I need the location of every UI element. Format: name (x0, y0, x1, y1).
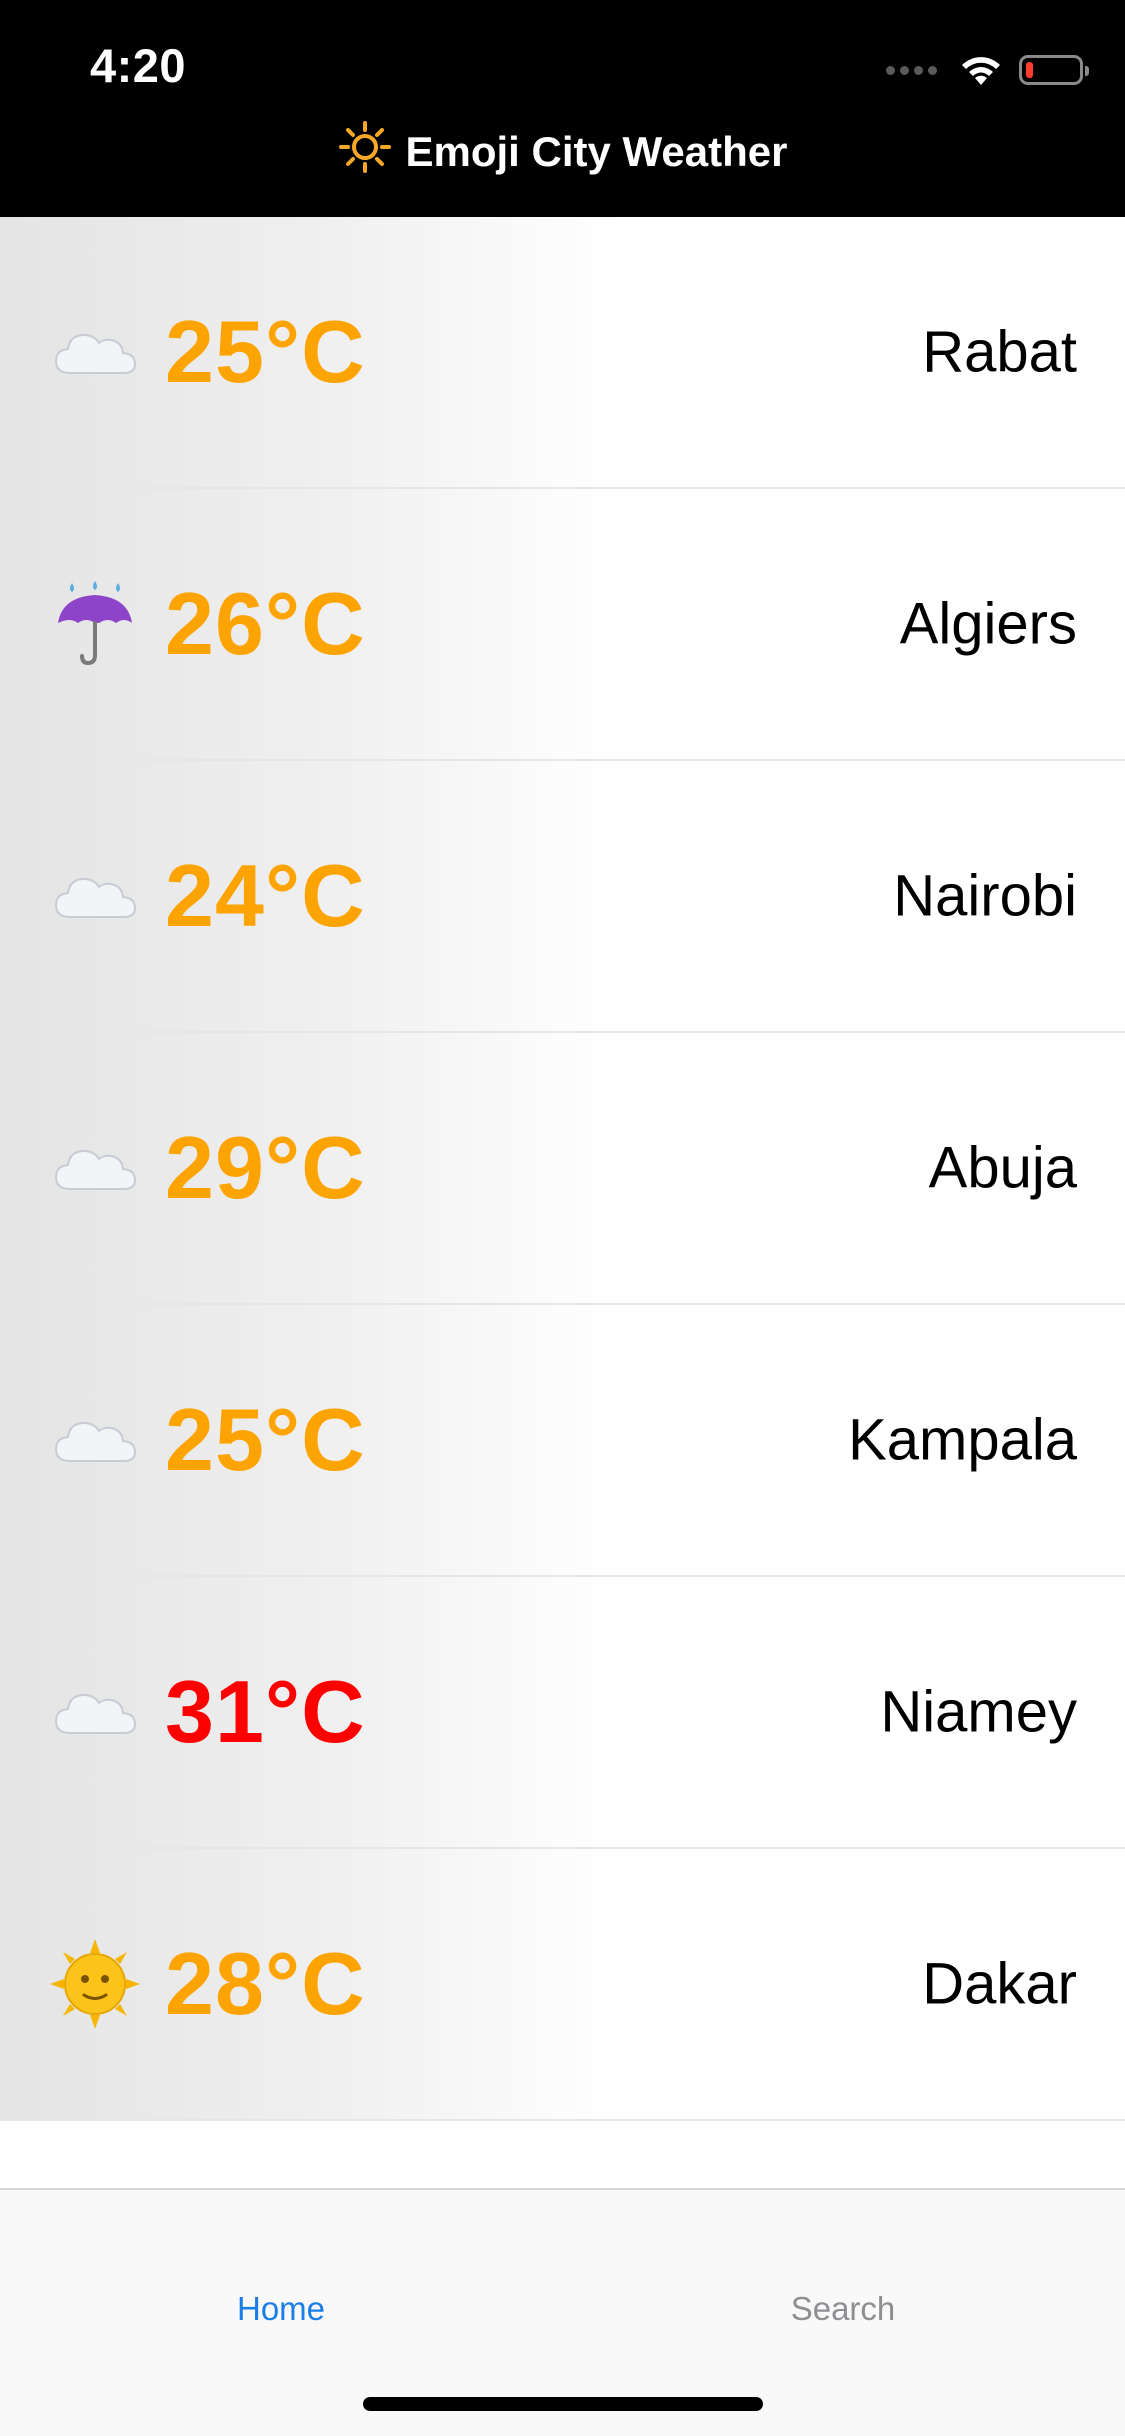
nav-title-text: Emoji City Weather (405, 128, 788, 175)
temperature-text: 29°C (165, 1118, 366, 1217)
list-item[interactable]: 25°C Rabat (0, 217, 1125, 489)
wifi-icon (962, 57, 1000, 85)
app-screen: 4:20 Emoji City Weather 25°C Rabat 26°C … (0, 0, 1125, 2436)
list-item[interactable]: 28°C Dakar (0, 1849, 1125, 2121)
city-name: Rabat (922, 319, 1077, 385)
list-item[interactable]: 31°C Niamey (0, 1577, 1125, 1849)
list-item[interactable]: 25°C Kampala (0, 1305, 1125, 1577)
cloud-icon (54, 877, 137, 918)
sun-face-icon (50, 1939, 140, 2029)
cloud-icon (54, 1693, 137, 1734)
cellular-signal-icon (886, 65, 937, 75)
status-indicators (886, 50, 1089, 90)
tab-search[interactable]: Search (562, 2290, 1124, 2328)
header: 4:20 Emoji City Weather (0, 0, 1125, 217)
city-list: 25°C Rabat 26°C Algiers 24°C Nairobi 29°… (0, 217, 1125, 2121)
status-time: 4:20 (90, 39, 187, 92)
temperature-text: 31°C (165, 1662, 366, 1761)
cloud-icon (54, 1149, 137, 1190)
tab-home[interactable]: Home (0, 2290, 562, 2328)
city-name: Niamey (880, 1679, 1077, 1745)
cloud-icon (54, 1421, 137, 1462)
city-name: Abuja (928, 1135, 1077, 1201)
umbrella-rain-icon (58, 581, 132, 666)
list-item[interactable]: 29°C Abuja (0, 1033, 1125, 1305)
city-name: Algiers (899, 591, 1077, 657)
list-item[interactable]: 26°C Algiers (0, 489, 1125, 761)
list-item[interactable]: 24°C Nairobi (0, 761, 1125, 1033)
temperature-text: 25°C (165, 302, 366, 401)
battery-icon (1019, 55, 1089, 85)
sun-icon (338, 121, 391, 173)
temperature-text: 26°C (165, 574, 366, 673)
home-indicator (363, 2397, 763, 2411)
temperature-text: 24°C (165, 846, 366, 945)
city-name: Nairobi (893, 863, 1077, 929)
temperature-text: 28°C (165, 1934, 366, 2033)
city-name: Dakar (922, 1951, 1077, 2017)
city-name: Kampala (848, 1407, 1077, 1473)
nav-title: Emoji City Weather (0, 120, 1125, 176)
temperature-text: 25°C (165, 1390, 366, 1489)
cloud-icon (54, 333, 137, 374)
